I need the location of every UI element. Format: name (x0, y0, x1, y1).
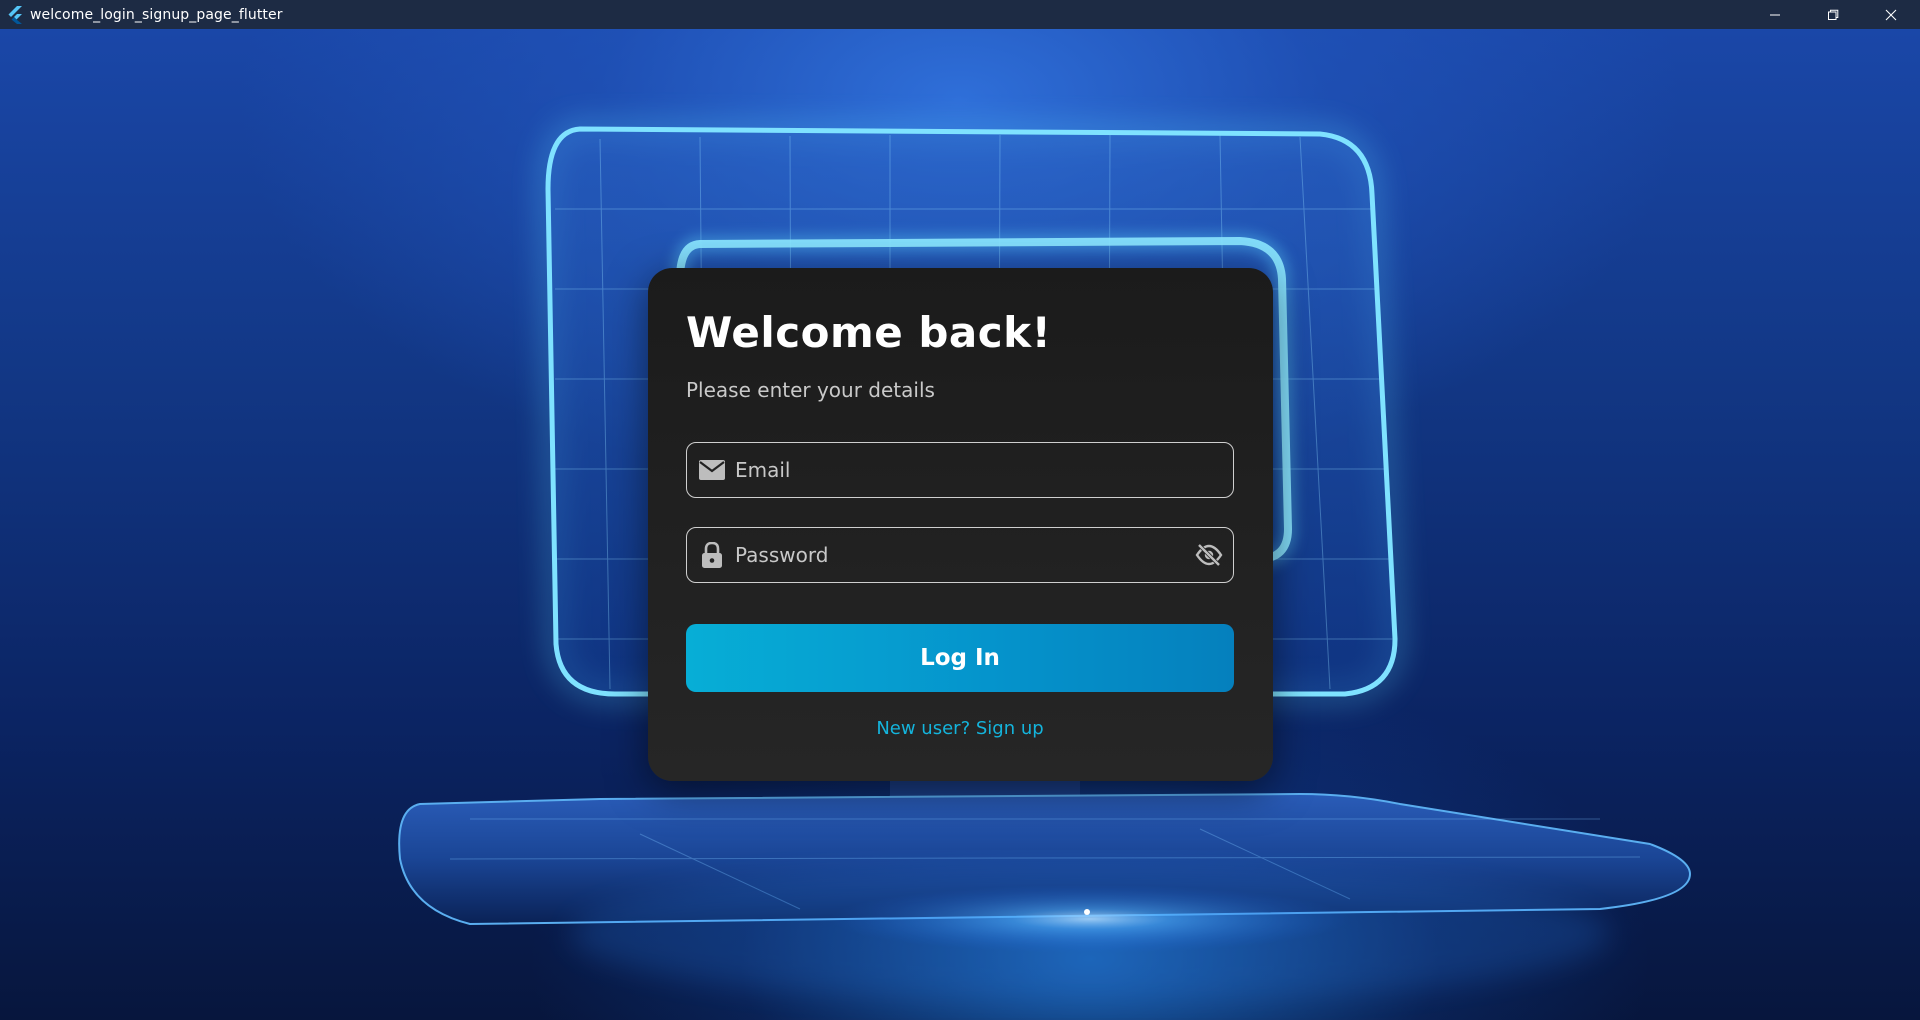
window-title: welcome_login_signup_page_flutter (30, 6, 283, 23)
email-field[interactable] (686, 442, 1234, 498)
title-bar: welcome_login_signup_page_flutter (0, 0, 1920, 29)
close-icon (1885, 9, 1897, 20)
email-input[interactable] (735, 443, 1233, 497)
eye-off-icon (1195, 543, 1223, 567)
password-field[interactable] (686, 527, 1234, 583)
restore-icon (1828, 9, 1839, 20)
login-button[interactable]: Log In (686, 624, 1234, 692)
signup-link[interactable]: New user? Sign up (686, 718, 1234, 739)
lock-icon (699, 541, 725, 568)
window-controls (1746, 0, 1920, 29)
toggle-password-visibility-button[interactable] (1193, 539, 1225, 571)
app-window: welcome_login_signup_page_flutter Welcom… (0, 0, 1920, 1020)
login-card: Welcome back! Please enter your details (648, 268, 1273, 781)
password-input[interactable] (735, 528, 1193, 582)
page-title: Welcome back! (686, 308, 1052, 357)
page-subtitle: Please enter your details (686, 378, 935, 402)
mail-icon (699, 457, 725, 483)
minimize-icon (1770, 14, 1780, 15)
minimize-button[interactable] (1746, 0, 1804, 29)
restore-button[interactable] (1804, 0, 1862, 29)
flutter-logo-icon (4, 4, 26, 26)
close-button[interactable] (1862, 0, 1920, 29)
